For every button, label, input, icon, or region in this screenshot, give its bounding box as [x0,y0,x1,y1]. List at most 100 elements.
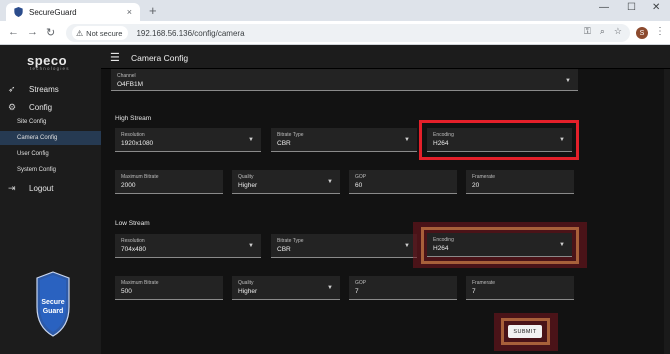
secureguard-badge: Secure Guard [36,271,70,337]
framerate-label: Framerate [472,174,496,180]
low-max-bitrate-input[interactable]: Maximum Bitrate 500 [115,276,223,300]
resolution-label: Resolution [121,132,145,138]
sidebar-item-site-config[interactable]: Site Config [0,115,101,129]
gop-label: GOP [355,174,367,180]
low-encoding-select[interactable]: Encoding H264 ▼ [427,233,572,257]
tab-close-icon[interactable]: × [127,7,132,17]
gop-label: GOP [355,280,367,286]
key-icon[interactable]: ⚿ [584,26,591,37]
high-max-bitrate-input[interactable]: Maximum Bitrate 2000 [115,170,223,194]
sidebar-item-camera-config[interactable]: Camera Config [0,131,101,145]
chevron-down-icon: ▼ [248,243,254,249]
star-icon[interactable]: ☆ [614,26,622,37]
max-bitrate-value: 500 [121,288,132,295]
profile-avatar[interactable]: S [636,27,648,39]
url-text[interactable]: 192.168.56.136/config/camera [136,29,244,38]
channel-value: O4FB1M [117,81,144,88]
chevron-down-icon: ▼ [559,137,565,143]
chevron-down-icon: ▼ [248,137,254,143]
chevron-down-icon: ▼ [327,285,333,291]
low-bitrate-type-select[interactable]: Bitrate Type CBR ▼ [271,234,417,258]
low-stream-title: Low Stream [115,220,150,227]
gear-icon: ⚙ [8,101,17,112]
speco-logo-sub: technologies [30,66,70,71]
chevron-down-icon: ▼ [404,243,410,249]
low-gop-input[interactable]: GOP 7 [349,276,457,300]
app-bar: ☰ Camera Config [101,45,670,69]
camera-config-form: Channel O4FB1M ▼ High Stream Resolution … [101,69,670,354]
sidebar-item-config[interactable]: ⚙ Config [0,100,101,114]
address-bar[interactable]: ⚠ Not secure 192.168.56.136/config/camer… [66,24,630,42]
browser-tab-bar: SecureGuard × + — ☐ ✕ [0,0,670,21]
max-bitrate-value: 2000 [121,182,136,189]
badge-line1: Secure [41,299,64,306]
sidebar-item-label: Logout [29,183,54,193]
minimize-icon[interactable]: — [599,2,609,13]
encoding-label: Encoding [433,132,454,138]
sidebar-item-logout[interactable]: ⇥ Logout [0,181,101,195]
bitrate-type-value: CBR [277,140,291,147]
close-window-icon[interactable]: ✕ [652,2,660,13]
high-encoding-select[interactable]: Encoding H264 ▼ [427,128,572,152]
back-icon[interactable]: ← [8,26,19,38]
sidebar-item-streams[interactable]: ➶ Streams [0,82,101,96]
encoding-label: Encoding [433,237,454,243]
framerate-value: 7 [472,288,476,295]
page-scrollbar[interactable] [664,69,670,354]
channel-select[interactable]: Channel O4FB1M ▼ [111,69,578,91]
high-gop-input[interactable]: GOP 60 [349,170,457,194]
page-title: Camera Config [131,53,189,63]
sidebar-item-label: User Config [17,151,49,157]
high-quality-select[interactable]: Quality Higher ▼ [232,170,340,194]
quality-value: Higher [238,288,258,295]
high-resolution-select[interactable]: Resolution 1920x1080 ▼ [115,128,261,152]
high-stream-title: High Stream [115,115,152,122]
sidebar-item-label: Site Config [17,119,47,125]
maximize-icon[interactable]: ☐ [627,2,636,13]
chevron-down-icon: ▼ [404,137,410,143]
browser-tab[interactable]: SecureGuard × [6,3,140,21]
low-resolution-select[interactable]: Resolution 704x480 ▼ [115,234,261,258]
bitrate-type-value: CBR [277,246,291,253]
not-secure-chip[interactable]: ⚠ Not secure [72,26,129,40]
sidebar-item-system-config[interactable]: System Config [0,163,101,177]
browser-toolbar: ← → ↻ ⚠ Not secure 192.168.56.136/config… [0,21,670,45]
sidebar-item-label: Config [29,102,53,112]
forward-icon[interactable]: → [27,26,38,38]
quality-label: Quality [238,174,254,180]
shield-favicon-icon [14,7,23,17]
bitrate-type-label: Bitrate Type [277,238,304,244]
reload-icon[interactable]: ↻ [46,26,55,39]
warning-icon: ⚠ [76,28,84,38]
max-bitrate-label: Maximum Bitrate [121,280,159,286]
low-quality-select[interactable]: Quality Higher ▼ [232,276,340,300]
zoom-icon[interactable]: ⌕ [600,26,605,37]
not-secure-label: Not secure [86,28,123,38]
new-tab-button[interactable]: + [149,3,157,18]
high-bitrate-type-select[interactable]: Bitrate Type CBR ▼ [271,128,417,152]
encoding-value: H264 [433,245,449,252]
low-framerate-input[interactable]: Framerate 7 [466,276,574,300]
sidebar: speco technologies ➶ Streams ⚙ Config Si… [0,45,101,354]
tab-title: SecureGuard [29,7,77,17]
framerate-value: 20 [472,182,480,189]
streams-icon: ➶ [8,83,16,94]
logout-icon: ⇥ [8,182,16,193]
hamburger-menu-icon[interactable]: ☰ [110,51,120,64]
sidebar-item-label: System Config [17,167,57,173]
gop-value: 60 [355,182,363,189]
encoding-value: H264 [433,140,449,147]
sidebar-item-label: Camera Config [17,135,58,141]
quality-value: Higher [238,182,258,189]
badge-line2: Guard [43,308,64,315]
gop-value: 7 [355,288,359,295]
high-framerate-input[interactable]: Framerate 20 [466,170,574,194]
framerate-label: Framerate [472,280,496,286]
browser-menu-icon[interactable]: ⋮ [655,26,665,37]
submit-button[interactable]: SUBMIT [508,325,542,338]
sidebar-item-label: Streams [29,84,59,94]
sidebar-item-user-config[interactable]: User Config [0,147,101,161]
chevron-down-icon: ▼ [565,78,571,84]
resolution-value: 704x480 [121,246,146,253]
chevron-down-icon: ▼ [327,179,333,185]
